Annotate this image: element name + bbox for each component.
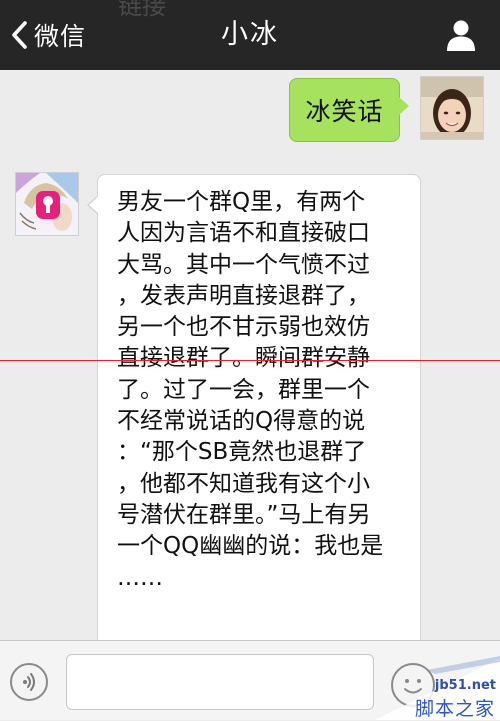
chat-area[interactable]: 冰笑话 男友一个群Q里，有两个 人因为言语不和直接破口 大骂。其中一个气愤不过 … — [0, 70, 500, 681]
message-line: 号潜伏在群里。”马上有另 — [117, 501, 371, 528]
message-input[interactable] — [66, 654, 374, 710]
message-line: ，他都不知道我有这个小 — [117, 470, 370, 497]
message-line: 大骂。其中一个气愤不过 — [117, 251, 370, 278]
message-line: …… — [117, 564, 163, 591]
my-avatar[interactable] — [420, 76, 484, 140]
message-line: 一个QQ幽幽的说：我也是 — [117, 533, 384, 560]
message-line: 了。过了一会，群里一个 — [117, 376, 370, 403]
message-line: 另一个也不甘示弱也效仿 — [117, 314, 370, 341]
emoji-button[interactable] — [391, 663, 435, 707]
person-icon — [447, 20, 475, 51]
message-line: ：“那个SB竟然也退群了 — [117, 439, 367, 466]
page-title: 小冰 — [221, 19, 279, 50]
profile-button[interactable] — [444, 18, 478, 52]
xiaoice-avatar[interactable] — [15, 172, 79, 236]
incoming-message-bubble[interactable]: 男友一个群Q里，有两个 人因为言语不和直接破口 大骂。其中一个气愤不过 ，发表声… — [87, 174, 421, 681]
message-line: 直接退群了。瞬间群安静 — [117, 345, 370, 372]
message-line: 人因为言语不和直接破口 — [117, 220, 370, 247]
message-line: 男友一个群Q里，有两个 — [117, 189, 366, 215]
nav-bar: 链接 微信 小冰 — [0, 0, 500, 70]
outgoing-message-bubble[interactable]: 冰笑话 — [289, 78, 409, 142]
message-line: 不经常说话的Q得意的说 — [117, 408, 366, 435]
input-bar — [0, 640, 500, 720]
voice-icon — [23, 673, 35, 691]
voice-button[interactable] — [10, 663, 48, 701]
emoji-icon — [404, 679, 422, 694]
message-line: ，发表声明直接退群了， — [117, 282, 370, 309]
outgoing-message-text: 冰笑话 — [305, 97, 384, 126]
